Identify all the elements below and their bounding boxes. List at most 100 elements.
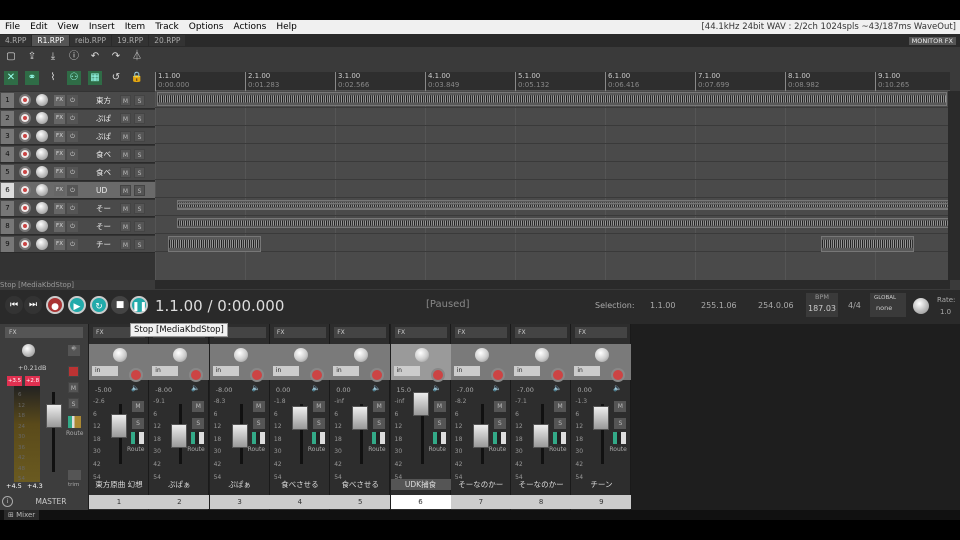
tab-project-reib[interactable]: reib.RPP	[70, 35, 112, 46]
media-item[interactable]	[157, 92, 947, 106]
menu-help[interactable]: Help	[271, 20, 302, 34]
strip-fx-slot[interactable]: FX	[334, 327, 387, 338]
track-solo-button[interactable]: S	[134, 113, 145, 124]
strip-fader[interactable]	[352, 406, 369, 430]
volume-knob[interactable]	[36, 202, 48, 214]
strip-input-button[interactable]: in	[574, 366, 601, 376]
strip-mute-button[interactable]: M	[614, 401, 627, 412]
record-arm-button[interactable]	[19, 130, 31, 142]
speaker-icon[interactable]: 🔈	[131, 384, 141, 393]
strip-record-arm-button[interactable]	[309, 368, 324, 382]
strip-input-button[interactable]: in	[514, 366, 541, 376]
strip-route-label[interactable]: Route	[368, 446, 385, 453]
stop-button[interactable]: ■	[111, 296, 129, 314]
strip-mute-button[interactable]: M	[192, 401, 205, 412]
strip-track-name[interactable]: ぷぱぁ	[210, 479, 270, 490]
strip-input-button[interactable]: in	[152, 366, 179, 376]
menu-track[interactable]: Track	[150, 20, 184, 34]
menu-item[interactable]: Item	[120, 20, 151, 34]
fx-bypass-icon[interactable]: ⏻	[67, 239, 78, 250]
strip-input-button[interactable]: in	[272, 366, 299, 376]
master-peak-right[interactable]: +2.8	[25, 376, 40, 386]
speaker-icon[interactable]: 🔈	[312, 384, 322, 393]
speaker-icon[interactable]: 🔈	[433, 384, 443, 393]
strip-fx-slot[interactable]: FX	[273, 327, 326, 338]
track-row[interactable]: 1 FX ⏻ 東方 M S	[0, 92, 155, 109]
strip-mute-button[interactable]: M	[433, 401, 446, 412]
track-fx-button[interactable]: FX	[54, 167, 65, 178]
metronome-icon[interactable]: ⏃	[130, 50, 144, 64]
menu-view[interactable]: View	[53, 20, 84, 34]
track-lanes[interactable]	[155, 91, 950, 280]
strip-track-name[interactable]: 食べさせる	[330, 479, 390, 490]
record-arm-button[interactable]	[19, 94, 31, 106]
grid-icon[interactable]: ▦	[88, 71, 102, 85]
fx-bypass-icon[interactable]: ⏻	[67, 167, 78, 178]
master-mono-icon[interactable]	[68, 366, 79, 377]
master-solo-button[interactable]: S	[68, 398, 79, 409]
repeat-button[interactable]: ↻	[90, 296, 108, 314]
strip-pan-knob[interactable]	[414, 348, 429, 362]
track-fx-button[interactable]: FX	[54, 203, 65, 214]
master-io-icon[interactable]: ⎆	[68, 345, 80, 356]
strip-route-icon[interactable]	[251, 432, 265, 444]
volume-knob[interactable]	[36, 148, 48, 160]
record-button[interactable]: ●	[46, 296, 64, 314]
track-fx-button[interactable]: FX	[54, 149, 65, 160]
track-solo-button[interactable]: S	[134, 203, 145, 214]
track-name[interactable]: 食ベ	[96, 165, 118, 180]
playrate-knob[interactable]	[913, 298, 929, 314]
track-fx-button[interactable]: FX	[54, 185, 65, 196]
strip-track-name[interactable]: 東方原曲 幻想	[89, 479, 149, 490]
speaker-icon[interactable]: 🔈	[372, 384, 382, 393]
strip-fx-slot[interactable]: FX	[515, 327, 568, 338]
strip-record-arm-button[interactable]	[490, 368, 505, 382]
strip-track-number[interactable]: 8	[511, 495, 572, 509]
volume-knob[interactable]	[36, 112, 48, 124]
track-number[interactable]: 2	[1, 111, 14, 126]
strip-track-name[interactable]: そーなのかー	[451, 479, 511, 490]
track-row[interactable]: 9 FX ⏻ チー M S	[0, 236, 155, 253]
strip-pan-knob[interactable]	[293, 348, 308, 362]
track-lane[interactable]	[155, 127, 950, 144]
tab-project-4[interactable]: 4.RPP	[0, 35, 32, 46]
record-arm-button[interactable]	[19, 220, 31, 232]
strip-track-number[interactable]: 2	[149, 495, 210, 509]
strip-solo-button[interactable]: S	[614, 418, 627, 429]
strip-track-name[interactable]: ぷぱぁ	[149, 479, 209, 490]
track-fx-button[interactable]: FX	[54, 131, 65, 142]
master-trim-label[interactable]: trim	[68, 482, 79, 488]
fx-bypass-icon[interactable]: ⏻	[67, 203, 78, 214]
strip-pan-knob[interactable]	[535, 348, 550, 362]
strip-pan-knob[interactable]	[474, 348, 489, 362]
track-fx-button[interactable]: FX	[54, 221, 65, 232]
strip-fader[interactable]	[412, 392, 429, 416]
track-name[interactable]: 東方	[96, 93, 118, 108]
menu-actions[interactable]: Actions	[228, 20, 271, 34]
track-row[interactable]: 3 FX ⏻ ぷぱ M S	[0, 128, 155, 145]
track-mute-button[interactable]: M	[120, 203, 131, 214]
strip-route-label[interactable]: Route	[429, 446, 446, 453]
loop-icon[interactable]: ↺	[109, 71, 123, 85]
speaker-icon[interactable]: 🔈	[191, 384, 201, 393]
track-number[interactable]: 7	[1, 201, 14, 216]
monitor-fx-button[interactable]: MONITOR FX	[908, 36, 956, 45]
tab-project-19[interactable]: 19.RPP	[112, 35, 149, 46]
master-trim-icon[interactable]	[68, 470, 81, 480]
strip-track-number[interactable]: 5	[330, 495, 391, 509]
strip-input-button[interactable]: in	[393, 366, 420, 376]
track-solo-button[interactable]: S	[134, 239, 145, 250]
strip-track-number[interactable]: 7	[450, 495, 511, 509]
volume-knob[interactable]	[36, 94, 48, 106]
strip-route-label[interactable]: Route	[248, 446, 265, 453]
strip-record-arm-button[interactable]	[129, 368, 143, 382]
track-mute-button[interactable]: M	[120, 185, 131, 196]
strip-mute-button[interactable]: M	[493, 401, 506, 412]
speaker-icon[interactable]: 🔈	[252, 384, 262, 393]
track-solo-button[interactable]: S	[134, 167, 145, 178]
speaker-icon[interactable]: 🔈	[613, 384, 623, 393]
menu-edit[interactable]: Edit	[25, 20, 52, 34]
record-arm-button[interactable]	[19, 112, 31, 124]
strip-track-number[interactable]: 4	[269, 495, 330, 509]
strip-input-button[interactable]: in	[453, 366, 480, 376]
